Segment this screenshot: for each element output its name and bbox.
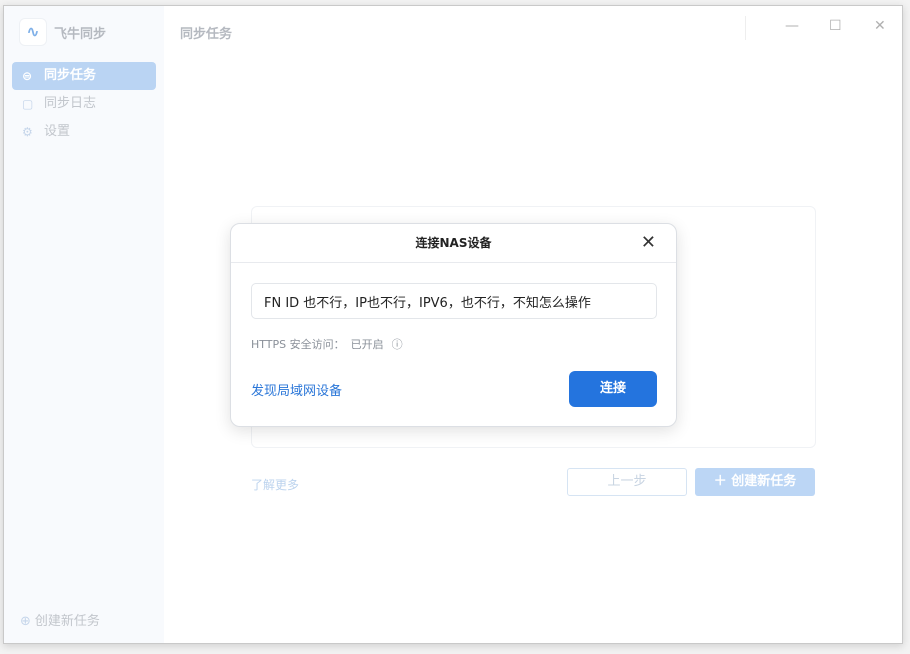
sidebar-create-task-button[interactable]: ⊕ 创建新任务	[20, 610, 100, 629]
https-status: HTTPS 安全访问： 已开启 ⓘ	[251, 336, 403, 352]
info-icon[interactable]: ⓘ	[392, 338, 403, 351]
gear-icon: ⚙	[22, 125, 33, 139]
prev-step-button[interactable]: 上一步	[567, 468, 687, 496]
sidebar-item-settings[interactable]: ⚙ 设置	[12, 118, 156, 146]
create-label: 创建新任务	[731, 474, 797, 489]
create-label: 创建新任务	[34, 614, 100, 629]
close-window-button[interactable]: ✕	[874, 18, 886, 34]
plus-icon: ＋	[713, 474, 732, 489]
https-label: HTTPS 安全访问：	[251, 338, 345, 351]
connect-nas-dialog: 连接NAS设备 ✕ HTTPS 安全访问： 已开启 ⓘ 发现局域网设备 连接	[230, 223, 677, 427]
divider	[745, 16, 746, 40]
log-icon: ▢	[22, 97, 34, 111]
sidebar-item-label: 同步日志	[44, 96, 97, 111]
sidebar: ∿ 飞牛同步 ⊜ 同步任务 ▢ 同步日志 ⚙ 设置 ⊕ 创建新任务	[4, 6, 164, 643]
nas-address-input[interactable]	[251, 283, 657, 319]
dialog-title: 连接NAS设备	[231, 224, 676, 263]
sync-icon: ⊜	[22, 69, 33, 83]
connect-button[interactable]: 连接	[569, 371, 657, 407]
sidebar-item-label: 同步任务	[44, 68, 97, 83]
close-icon[interactable]: ✕	[641, 232, 656, 253]
create-task-button[interactable]: ＋ 创建新任务	[695, 468, 815, 496]
sidebar-item-sync-tasks[interactable]: ⊜ 同步任务	[12, 62, 156, 90]
minimize-button[interactable]: —	[785, 18, 799, 34]
learn-more-link[interactable]: 了解更多	[251, 476, 299, 493]
discover-lan-devices-link[interactable]: 发现局域网设备	[251, 380, 342, 399]
maximize-button[interactable]: ☐	[829, 18, 842, 34]
sidebar-item-label: 设置	[44, 124, 71, 139]
https-value: 已开启	[350, 338, 384, 351]
app-name: 飞牛同步	[54, 27, 107, 42]
app-logo: ∿	[19, 18, 47, 46]
page-title: 同步任务	[180, 27, 233, 42]
sidebar-item-sync-log[interactable]: ▢ 同步日志	[12, 90, 156, 118]
plus-circle-icon: ⊕	[20, 614, 31, 629]
